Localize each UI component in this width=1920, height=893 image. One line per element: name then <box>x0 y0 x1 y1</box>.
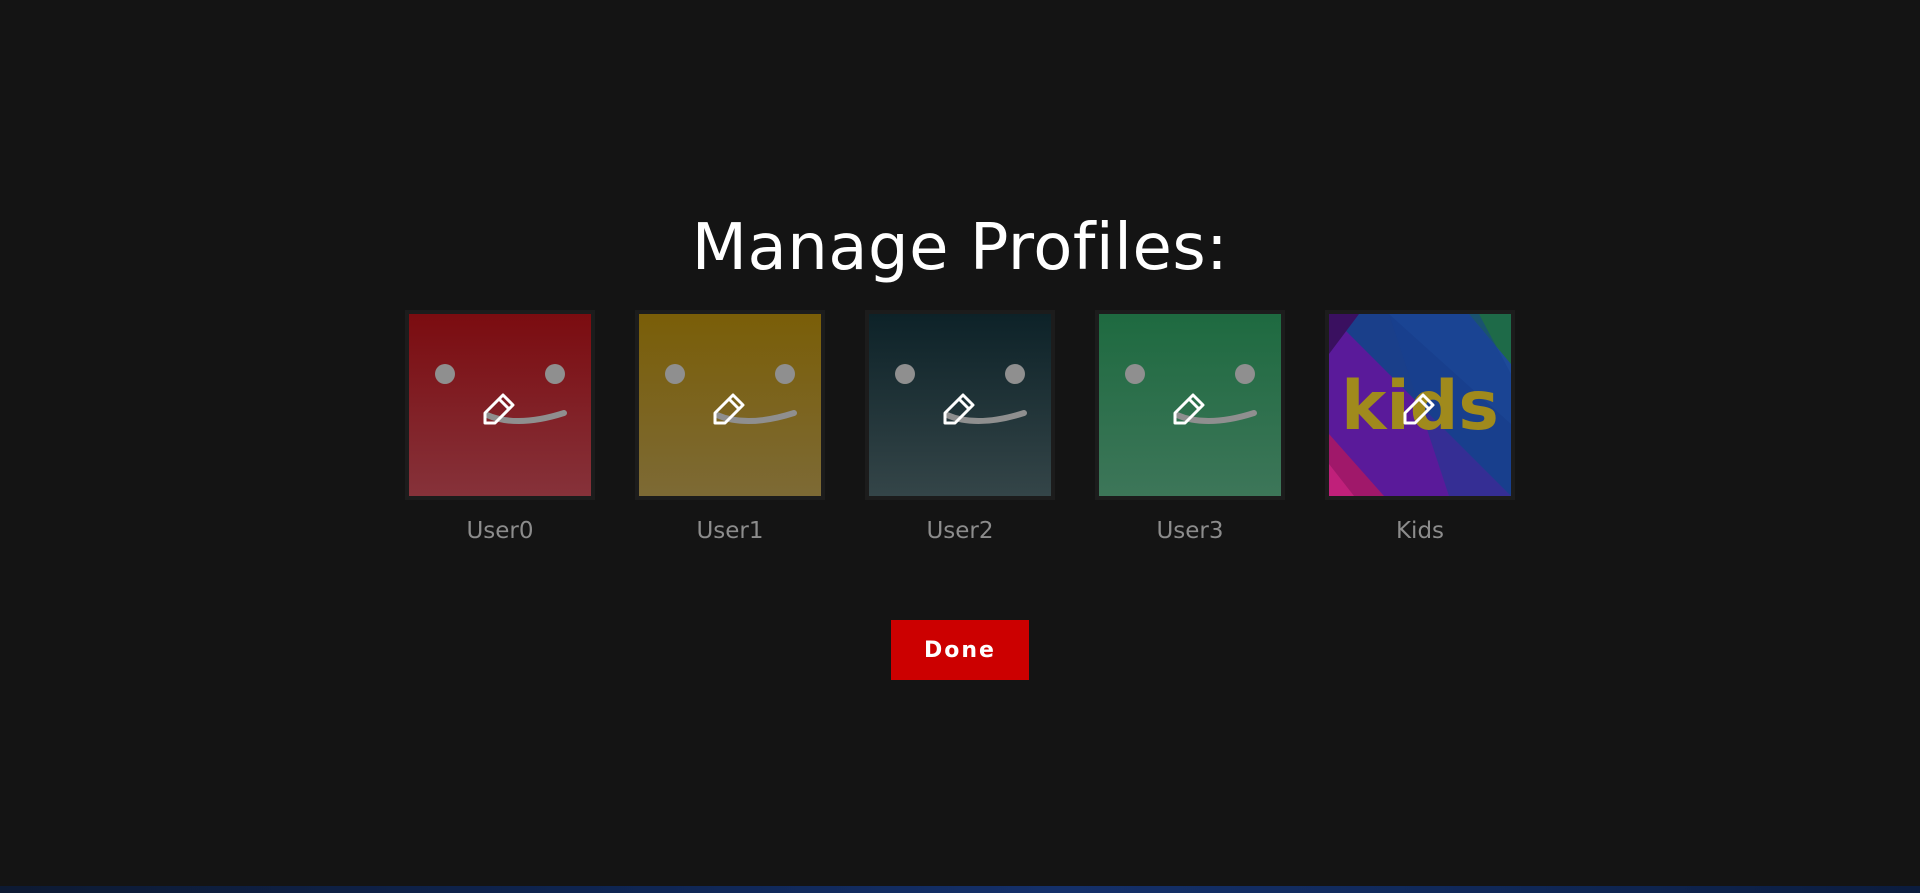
avatar[interactable] <box>639 314 821 496</box>
pencil-icon[interactable] <box>941 389 979 427</box>
profile-name: User2 <box>926 518 994 544</box>
pencil-icon[interactable] <box>1171 389 1209 427</box>
pencil-icon[interactable] <box>1401 389 1439 427</box>
pencil-icon[interactable] <box>481 389 519 427</box>
avatar-frame <box>1095 310 1285 500</box>
avatar-frame <box>635 310 825 500</box>
avatar-frame: kids <box>1325 310 1515 500</box>
taskbar-strip <box>0 886 1920 893</box>
profile-name: User3 <box>1156 518 1224 544</box>
profile-name: User0 <box>466 518 534 544</box>
avatar[interactable]: kids <box>1329 314 1511 496</box>
profiles-list: User0 User1 User2 User3 kids Kids <box>405 310 1515 550</box>
done-button[interactable]: Done <box>891 620 1029 680</box>
avatar[interactable] <box>1099 314 1281 496</box>
avatar[interactable] <box>409 314 591 496</box>
profile-name: User1 <box>696 518 764 544</box>
manage-profiles-page: Manage Profiles: User0 User1 User2 User3… <box>0 0 1920 893</box>
page-title: Manage Profiles: <box>691 211 1229 285</box>
profile-name: Kids <box>1395 518 1445 544</box>
avatar[interactable] <box>869 314 1051 496</box>
avatar-frame <box>405 310 595 500</box>
avatar-frame <box>865 310 1055 500</box>
pencil-icon[interactable] <box>711 389 749 427</box>
